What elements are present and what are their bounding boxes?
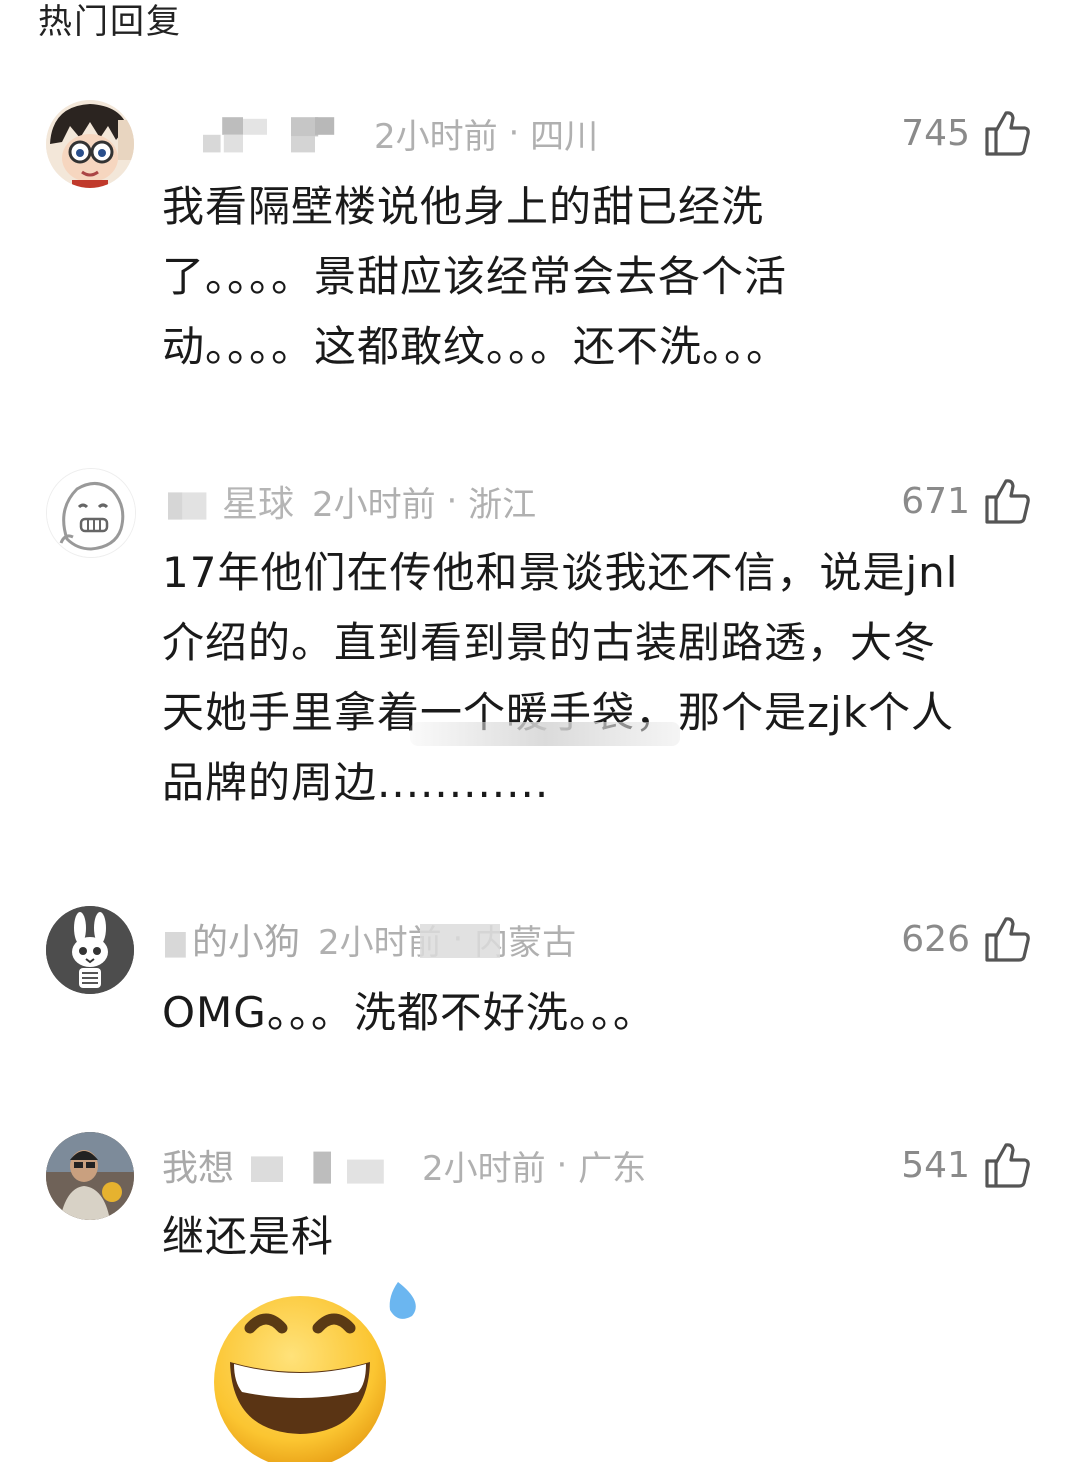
blur-overlay <box>410 722 680 746</box>
comment-meta: 我想 2小时前 · 广东 <box>162 1140 646 1190</box>
username[interactable]: 星球 <box>162 475 294 527</box>
like-count: 626 <box>901 918 970 960</box>
blur-overlay <box>420 924 500 958</box>
like-button[interactable]: 745 <box>901 108 1030 158</box>
skeleton-bunny-avatar-icon[interactable] <box>46 906 134 994</box>
blurred-username-icon <box>203 117 335 153</box>
like-count: 671 <box>901 480 970 522</box>
blurred-username-icon <box>165 932 186 958</box>
comment-time: 2小时前 <box>312 484 436 525</box>
comment-text: 继还是科 <box>162 1212 335 1261</box>
thumbs-up-icon <box>984 477 1030 525</box>
username[interactable]: 我想 <box>162 1139 404 1191</box>
grinning-sweat-emoji-icon <box>162 1282 452 1462</box>
like-button[interactable]: 541 <box>901 1140 1030 1190</box>
section-title: 热门回复 <box>38 2 182 42</box>
photo-avatar-icon[interactable] <box>46 1132 134 1220</box>
comment-meta: 的小狗 2小时前 · 内蒙古 <box>162 914 576 964</box>
comment-text: 我看隔壁楼说他身上的甜已经洗 了。。。。景甜应该经常会去各个活 动。。。。这都敢纹。… <box>162 182 790 371</box>
meta-separator: · <box>545 1145 579 1185</box>
detective-avatar-icon[interactable] <box>46 100 134 188</box>
like-count: 745 <box>901 112 970 154</box>
comment-time: 2小时前 <box>422 1148 546 1189</box>
comment-text: OMG。。。洗都不好洗。。。 <box>162 988 656 1037</box>
thumbs-up-icon <box>984 915 1030 963</box>
cartoon-face-avatar-icon[interactable] <box>46 468 136 558</box>
like-button[interactable]: 671 <box>901 476 1030 526</box>
meta-separator: · <box>435 481 469 521</box>
comment-time: 2小时前 <box>374 116 498 157</box>
blurred-username-icon <box>251 1151 384 1184</box>
meta-separator: · <box>497 113 531 153</box>
comment-location: 四川 <box>530 116 599 157</box>
comment-location: 浙江 <box>468 484 537 525</box>
comment-location: 广东 <box>578 1148 647 1189</box>
comment-meta: 星球 2小时前 · 浙江 <box>162 476 536 526</box>
like-button[interactable]: 626 <box>901 914 1030 964</box>
thumbs-up-icon <box>984 1141 1030 1189</box>
comment-text: 17年他们在传他和景谈我还不信，说是jnl 介绍的。直到看到景的古装剧路透，大冬天… <box>162 548 959 807</box>
comment-meta: 2小时前 · 四川 <box>186 108 598 158</box>
thumbs-up-icon <box>984 109 1030 157</box>
like-count: 541 <box>901 1144 970 1186</box>
username[interactable]: 的小狗 <box>162 913 300 965</box>
blurred-username-icon <box>168 492 207 520</box>
username[interactable] <box>186 112 356 154</box>
